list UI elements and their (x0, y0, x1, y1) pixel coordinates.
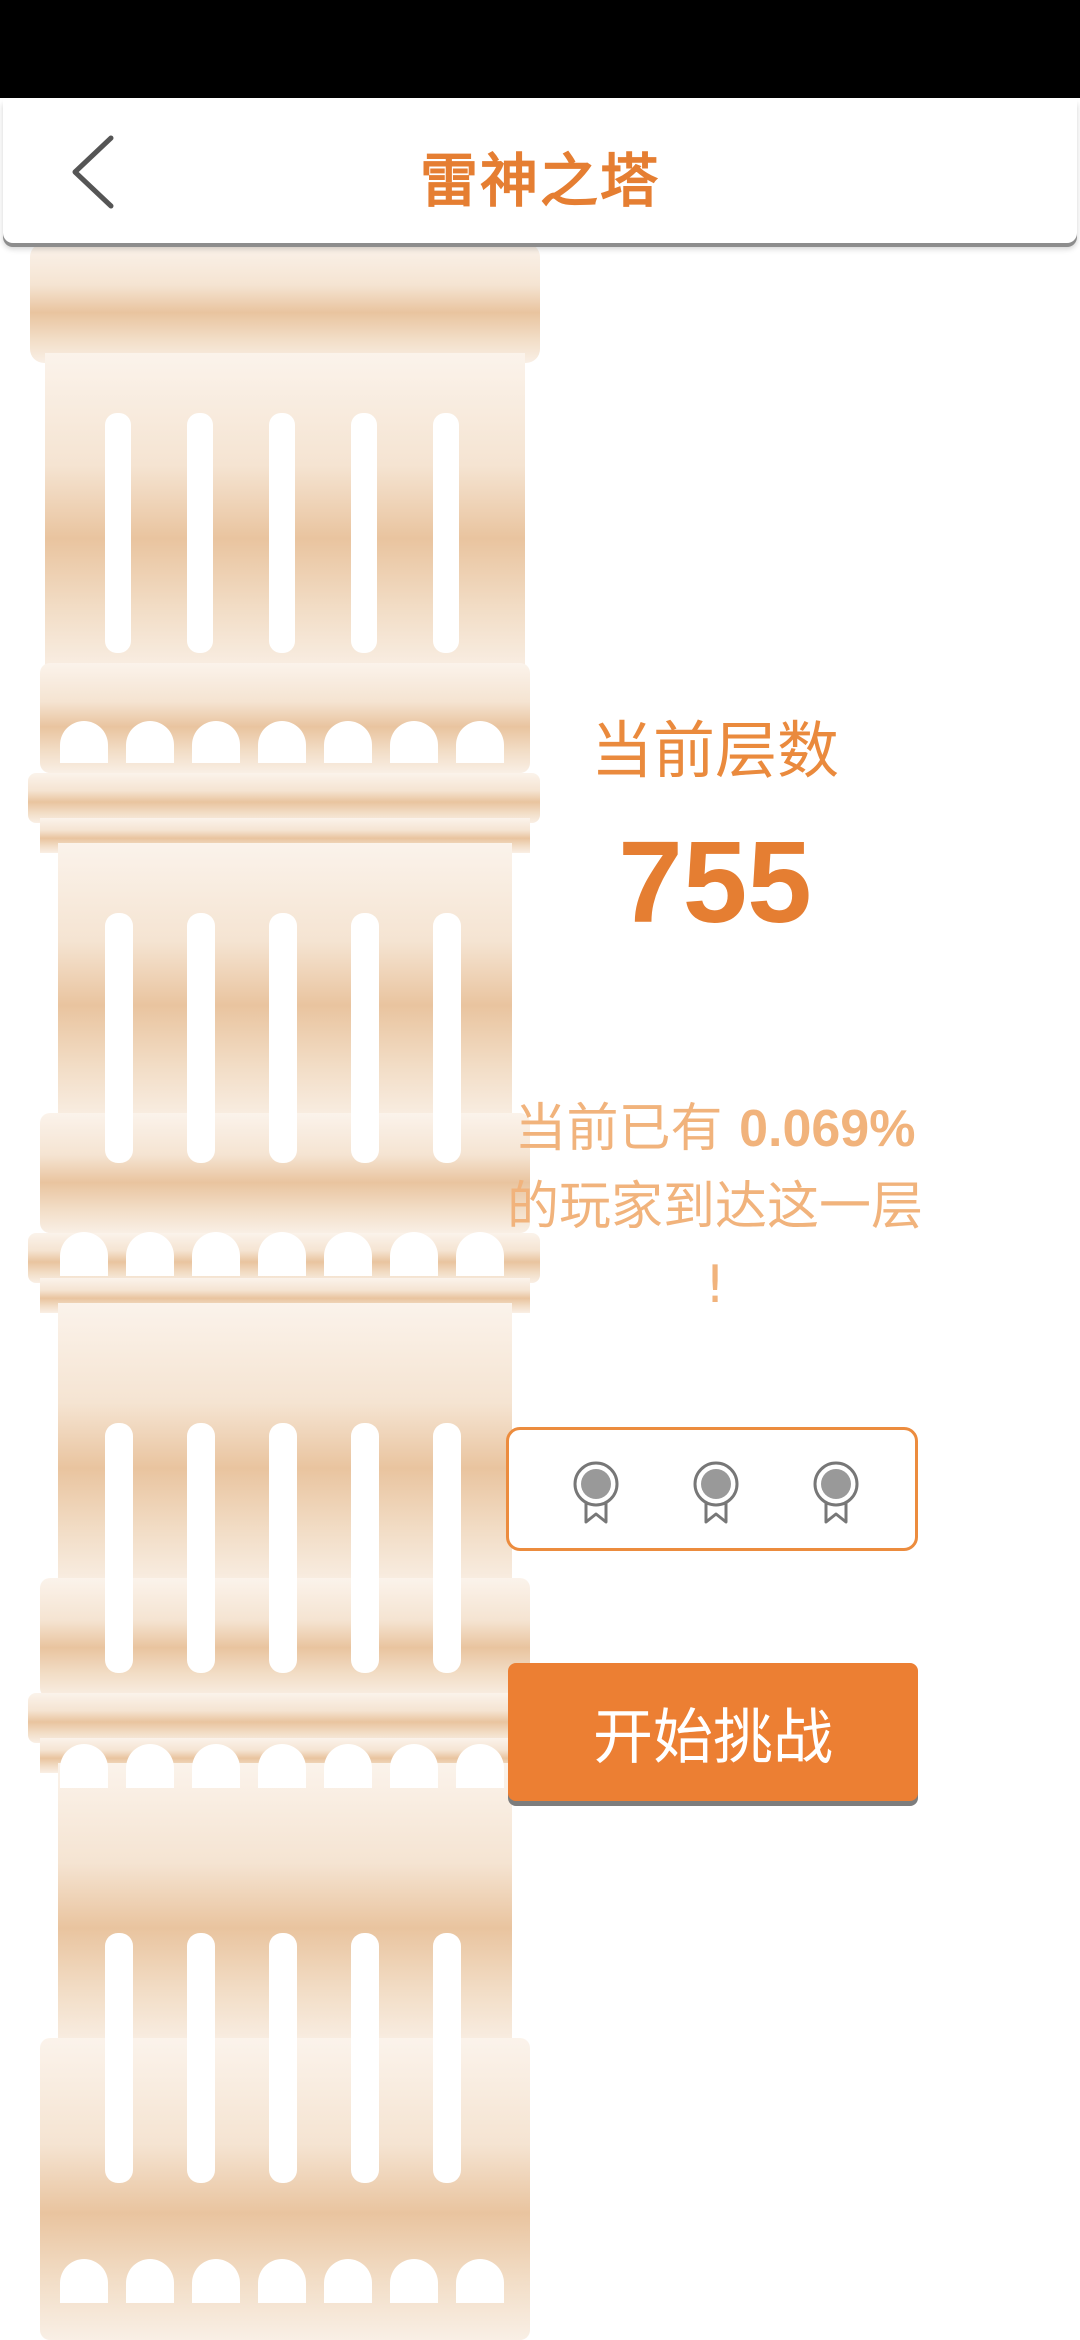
header-bar: 雷神之塔 (3, 98, 1077, 243)
reach-percent: 0.069% (739, 1100, 916, 1158)
current-floor-number: 755 (618, 817, 812, 947)
reach-line-3: ! (704, 1255, 726, 1315)
status-bar (0, 0, 1080, 98)
page-title: 雷神之塔 (419, 147, 660, 215)
medal-icon (691, 1460, 741, 1526)
medal-icon (571, 1460, 621, 1526)
start-challenge-button[interactable]: 开始挑战 (508, 1663, 918, 1801)
medals-panel (506, 1427, 918, 1551)
medal-icon (811, 1460, 861, 1526)
reach-percentage-text: 当前已有 0.069% 的玩家到达这一层 ! (470, 1090, 960, 1324)
reach-line-1: 当前已有 0.069% (470, 1090, 960, 1168)
reach-prefix: 当前已有 (514, 1099, 740, 1159)
reach-line-2: 的玩家到达这一层 (506, 1177, 923, 1237)
current-floor-label: 当前层数 (590, 714, 839, 787)
